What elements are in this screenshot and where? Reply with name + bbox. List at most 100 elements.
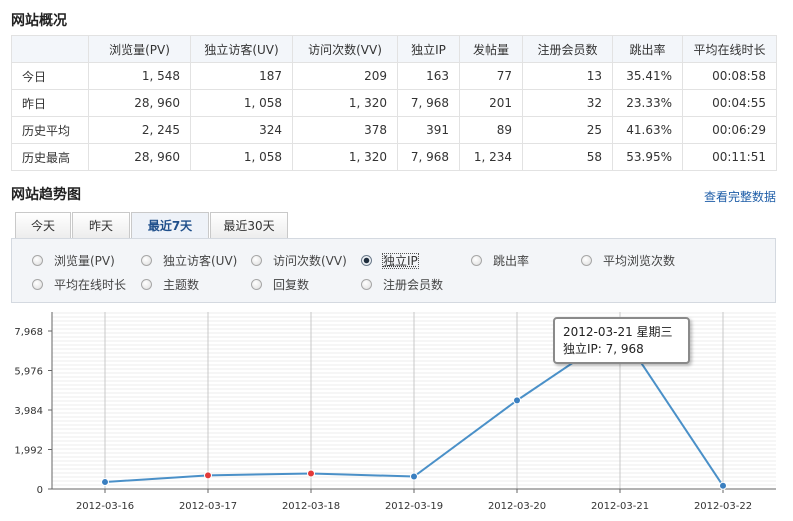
y-tick-label: 0 xyxy=(37,485,43,496)
table-cell: 32 xyxy=(522,89,613,117)
table-header: 浏览量(PV) xyxy=(88,35,191,63)
table-header: 平均在线时长 xyxy=(682,35,777,63)
metric-option-vv[interactable]: 访问次数(VV) xyxy=(251,252,347,270)
y-tick-label: 5,976 xyxy=(14,367,43,378)
metric-option-avg-views[interactable]: 平均浏览次数 xyxy=(581,252,675,270)
table-header: 独立IP xyxy=(397,35,460,63)
radio-button[interactable] xyxy=(471,255,482,266)
table-header: 独立访客(UV) xyxy=(190,35,293,63)
table-cell: 00:08:58 xyxy=(682,62,777,90)
table-cell: 1, 058 xyxy=(190,143,293,171)
radio-button-selected[interactable] xyxy=(361,255,372,266)
radio-button[interactable] xyxy=(141,255,152,266)
table-cell: 391 xyxy=(397,116,460,144)
radio-button[interactable] xyxy=(361,279,372,290)
table-cell: 00:06:29 xyxy=(682,116,777,144)
table-cell: 209 xyxy=(292,62,398,90)
x-tick-label: 2012-03-19 xyxy=(385,501,443,512)
radio-button[interactable] xyxy=(32,279,43,290)
metric-option-replies[interactable]: 回复数 xyxy=(251,276,309,294)
radio-button[interactable] xyxy=(32,255,43,266)
tab-yesterday[interactable]: 昨天 xyxy=(72,212,130,239)
tooltip-value: 独立IP: 7, 968 xyxy=(563,342,644,356)
data-point[interactable] xyxy=(307,469,315,478)
table-cell: 23.33% xyxy=(612,89,683,117)
table-cell: 53.95% xyxy=(612,143,683,171)
row-label: 历史最高 xyxy=(11,143,89,171)
table-cell: 378 xyxy=(292,116,398,144)
metric-label: 回复数 xyxy=(273,278,310,292)
table-cell: 2, 245 xyxy=(88,116,191,144)
data-point[interactable] xyxy=(513,396,521,405)
metric-label: 平均浏览次数 xyxy=(603,254,676,268)
data-point[interactable] xyxy=(204,471,212,480)
metric-option-topics[interactable]: 主题数 xyxy=(141,276,199,294)
table-cell: 13 xyxy=(522,62,613,90)
row-label: 今日 xyxy=(11,62,89,90)
y-tick-labels: 7,968 5,976 3,984 1,992 0 xyxy=(14,327,52,496)
radio-button[interactable] xyxy=(141,279,152,290)
view-full-data-link[interactable]: 查看完整数据 xyxy=(704,188,776,205)
table-cell: 28, 960 xyxy=(88,143,191,171)
table-cell: 187 xyxy=(190,62,293,90)
table-cell: 77 xyxy=(459,62,523,90)
period-tabs: 今天 昨天 最近7天 最近30天 xyxy=(15,212,775,240)
metric-option-pv[interactable]: 浏览量(PV) xyxy=(32,252,115,270)
table-cell: 00:04:55 xyxy=(682,89,777,117)
metric-label: 主题数 xyxy=(163,278,200,292)
table-cell: 1, 234 xyxy=(459,143,523,171)
table-row: 昨日 28, 960 1, 058 1, 320 7, 968 201 32 2… xyxy=(11,89,777,117)
table-cell: 25 xyxy=(522,116,613,144)
x-tick-label: 2012-03-17 xyxy=(179,501,237,512)
metric-option-uv[interactable]: 独立访客(UV) xyxy=(141,252,237,270)
x-tick-label: 2012-03-20 xyxy=(488,501,546,512)
table-cell: 7, 968 xyxy=(397,143,460,171)
table-cell: 58 xyxy=(522,143,613,171)
tooltip-date: 2012-03-21 星期三 xyxy=(563,325,673,339)
metric-option-bounce-rate[interactable]: 跳出率 xyxy=(471,252,529,270)
radio-button[interactable] xyxy=(581,255,592,266)
y-tick-label: 7,968 xyxy=(14,327,43,338)
tab-today[interactable]: 今天 xyxy=(15,212,71,239)
tab-last-7-days[interactable]: 最近7天 xyxy=(131,212,209,240)
x-tick-label: 2012-03-21 xyxy=(591,501,649,512)
table-cell: 00:11:51 xyxy=(682,143,777,171)
overview-title: 网站概况 xyxy=(11,13,67,29)
table-cell: 35.41% xyxy=(612,62,683,90)
x-tick-labels: 2012-03-16 2012-03-17 2012-03-18 2012-03-19… xyxy=(76,489,752,512)
table-cell: 324 xyxy=(190,116,293,144)
table-cell: 1, 320 xyxy=(292,89,398,117)
metric-option-avg-online-time[interactable]: 平均在线时长 xyxy=(32,276,126,294)
y-tick-label: 1,992 xyxy=(14,446,43,457)
radio-button[interactable] xyxy=(251,279,262,290)
table-cell: 41.63% xyxy=(612,116,683,144)
data-point[interactable] xyxy=(101,478,109,487)
metric-option-ip[interactable]: 独立IP xyxy=(361,252,419,270)
metric-label: 浏览量(PV) xyxy=(54,254,115,268)
table-row: 历史最高 28, 960 1, 058 1, 320 7, 968 1, 234… xyxy=(11,143,777,171)
table-cell: 1, 320 xyxy=(292,143,398,171)
metric-label: 跳出率 xyxy=(493,254,530,268)
table-header: 访问次数(VV) xyxy=(292,35,398,63)
table-cell: 28, 960 xyxy=(88,89,191,117)
table-header-corner xyxy=(11,35,89,63)
metric-label: 访问次数(VV) xyxy=(273,254,347,268)
trend-title: 网站趋势图 xyxy=(11,187,81,203)
table-cell: 7, 968 xyxy=(397,89,460,117)
data-point[interactable] xyxy=(410,472,418,481)
chart-tooltip: 2012-03-21 星期三 独立IP: 7, 968 xyxy=(553,317,690,364)
tab-last-30-days[interactable]: 最近30天 xyxy=(210,212,288,239)
table-row: 今日 1, 548 187 209 163 77 13 35.41% 00:08… xyxy=(11,62,777,90)
data-point[interactable] xyxy=(719,481,727,490)
radio-button[interactable] xyxy=(251,255,262,266)
metric-label: 注册会员数 xyxy=(383,278,444,292)
x-tick-label: 2012-03-22 xyxy=(694,501,752,512)
metric-option-registered-members[interactable]: 注册会员数 xyxy=(361,276,443,294)
x-tick-label: 2012-03-16 xyxy=(76,501,134,512)
table-cell: 1, 548 xyxy=(88,62,191,90)
table-cell: 201 xyxy=(459,89,523,117)
table-cell: 163 xyxy=(397,62,460,90)
metric-selector: 浏览量(PV) 独立访客(UV) 访问次数(VV) 独立IP 跳出率 平均浏览次… xyxy=(11,238,776,303)
metric-label: 平均在线时长 xyxy=(54,278,127,292)
metric-label: 独立访客(UV) xyxy=(163,254,238,268)
